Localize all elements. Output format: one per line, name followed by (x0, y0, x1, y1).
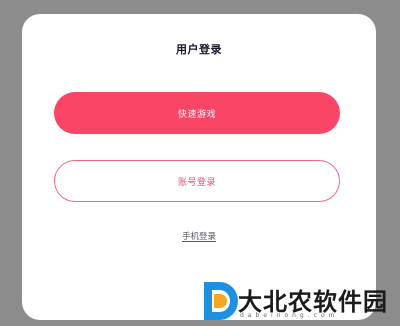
site-watermark: 大北农软件园 dabeinong.com (200, 278, 400, 326)
site-logo-icon (204, 282, 238, 320)
account-login-button[interactable]: 账号登录 (54, 160, 340, 202)
login-dialog: 用户登录 快速游戏 账号登录 手机登录 (22, 14, 376, 320)
quick-game-label: 快速游戏 (177, 109, 216, 120)
watermark-subtext: dabeinong.com (240, 312, 339, 319)
dialog-title: 用户登录 (176, 43, 222, 56)
quick-game-button[interactable]: 快速游戏 (54, 92, 340, 134)
account-login-label: 账号登录 (177, 177, 216, 188)
phone-login-link[interactable]: 手机登录 (182, 232, 216, 242)
phone-login-link-row: 手机登录 (22, 230, 376, 242)
